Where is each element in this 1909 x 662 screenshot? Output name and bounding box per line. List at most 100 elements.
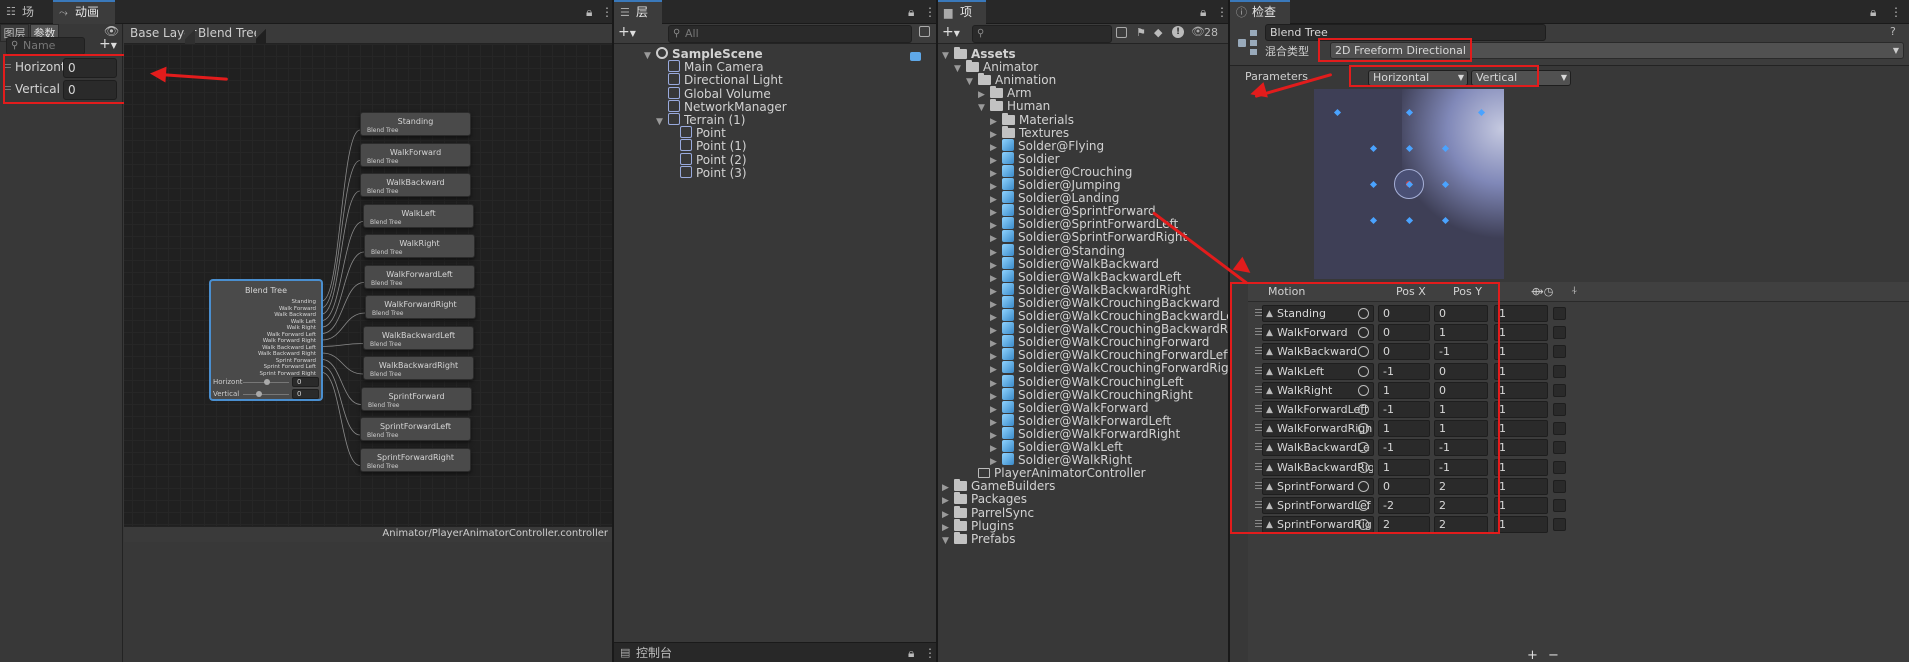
motion-node[interactable]: WalkForwardLeft Blend Tree [364, 264, 475, 289]
blend-sample-point[interactable] [1369, 144, 1377, 152]
motion-node[interactable]: WalkForwardRight Blend Tree [365, 295, 476, 319]
speed-field[interactable]: 1 [1494, 381, 1548, 399]
mirror-checkbox[interactable] [1553, 345, 1566, 359]
lock-icon[interactable]: 🔒︎ [1200, 0, 1206, 24]
gameobject-icon [680, 126, 692, 139]
speed-field[interactable]: 1 [1494, 458, 1548, 476]
lock-icon[interactable]: 🔒︎ [908, 0, 914, 24]
mirror-checkbox[interactable] [1553, 364, 1566, 378]
model-icon [1002, 138, 1014, 151]
blend-param-value[interactable]: 0 [292, 377, 319, 387]
tab-console[interactable]: ▤ 控制台 [614, 643, 680, 662]
lock-icon[interactable]: 🔒︎ [1870, 0, 1876, 24]
inspector-panel: ⓘ检查器 🔒︎ ⋮ Blend Tree ? 混合类型 2D Freeform … [1230, 0, 1909, 662]
expand-down-icon[interactable]: ▼ [644, 48, 656, 64]
more-menu-icon[interactable]: ⋮ [924, 643, 936, 662]
motion-node[interactable]: SprintForward Blend Tree [361, 386, 472, 411]
model-icon [1002, 453, 1014, 466]
motion-node[interactable]: WalkBackwardRight Blend Tree [363, 356, 474, 380]
tab-scene[interactable]: ☷场景 [0, 0, 52, 43]
project-search-input[interactable]: ⚲ [972, 25, 1112, 43]
motion-node[interactable]: Standing Blend Tree [360, 112, 471, 136]
blend-sample-point[interactable] [1333, 108, 1341, 116]
speed-field[interactable]: 1 [1494, 362, 1548, 380]
mirror-checkbox[interactable] [1553, 479, 1566, 493]
speed-field[interactable]: 1 [1494, 420, 1548, 438]
model-icon [1002, 387, 1014, 400]
mirror-checkbox[interactable] [1553, 326, 1566, 340]
expand-down-icon[interactable]: ▼ [954, 61, 966, 77]
tab-animator[interactable]: ⤳动画器 [53, 0, 115, 40]
blend-param-slider[interactable] [243, 394, 289, 395]
hidden-count-icon[interactable]: 👁︎ [1191, 25, 1205, 38]
animator-graph[interactable]: Base Layer Blend Tree Blend Tree Standin… [124, 24, 612, 662]
speed-field[interactable]: 1 [1494, 324, 1548, 342]
speed-field[interactable]: 1 [1494, 497, 1548, 514]
speed-field[interactable]: 1 [1494, 305, 1548, 322]
mirror-checkbox[interactable] [1553, 422, 1566, 436]
hierarchy-search-input[interactable]: ⚲ All [668, 25, 912, 43]
expand-down-icon[interactable]: ▼ [978, 100, 990, 116]
tree-item-label: Point (3) [696, 165, 747, 180]
speed-field[interactable]: 1 [1494, 401, 1548, 418]
speed-field[interactable]: 1 [1494, 516, 1548, 534]
tree-item[interactable]: Point (3) [668, 165, 747, 181]
mirror-checkbox[interactable] [1553, 403, 1566, 416]
motion-node[interactable]: WalkForward Blend Tree [360, 142, 471, 167]
tag-icon[interactable]: ◆ [1154, 26, 1162, 39]
expand-down-icon[interactable]: ▼ [966, 74, 978, 90]
speed-field[interactable]: 1 [1494, 477, 1548, 495]
motion-node[interactable]: SprintForwardRight Blend Tree [360, 447, 471, 472]
mirror-checkbox[interactable] [1553, 383, 1566, 397]
blend-tree-node[interactable]: Blend Tree Standing Walk Forward Walk Back… [210, 280, 322, 400]
motion-node[interactable]: SprintForwardLeft Blend Tree [360, 417, 471, 441]
parameters-label: Parameters [1245, 70, 1308, 83]
motion-node[interactable]: WalkRight Blend Tree [364, 234, 475, 258]
more-menu-icon[interactable]: ⋮ [601, 0, 612, 24]
blend-space-graph[interactable] [1314, 89, 1504, 279]
create-button[interactable]: +▼ [618, 24, 636, 40]
more-menu-icon[interactable]: ⋮ [924, 0, 936, 24]
lock-icon[interactable]: 🔒︎ [908, 643, 914, 662]
expand-down-icon[interactable]: ▼ [942, 533, 954, 549]
mirror-checkbox[interactable] [1553, 518, 1566, 532]
blend-input-label: Walk Forward [278, 305, 316, 312]
tab-hierarchy[interactable]: ☰层级 [614, 0, 662, 40]
tab-project[interactable]: ▆项目 [938, 0, 986, 40]
speed-field[interactable]: 1 [1494, 439, 1548, 457]
motion-node[interactable]: WalkBackwardLeft Blend Tree [363, 325, 474, 350]
motion-node-type: Blend Tree [372, 310, 404, 317]
connection-line [321, 343, 364, 347]
blend-sample-point[interactable] [1369, 180, 1377, 188]
speed-field[interactable]: 1 [1494, 343, 1548, 361]
folder-icon [954, 518, 967, 531]
search-by-type-icon[interactable] [1116, 27, 1127, 38]
mirror-checkbox[interactable] [1553, 307, 1566, 320]
add-motion-button[interactable]: + [1527, 648, 1538, 662]
tree-item[interactable]: ▼ Prefabs [942, 531, 1016, 547]
blend-param-value[interactable]: 0 [292, 389, 319, 399]
help-icon[interactable]: ? [1890, 25, 1896, 38]
more-menu-icon[interactable]: ⋮ [1890, 0, 1902, 24]
search-by-label-icon[interactable]: ⚑ [1136, 26, 1146, 39]
expand-down-icon[interactable]: ▼ [656, 114, 668, 130]
expand-down-icon[interactable]: ▼ [942, 48, 954, 64]
remove-motion-button[interactable]: − [1548, 648, 1559, 662]
add-param-button[interactable]: +▼ [99, 36, 117, 52]
tab-inspector[interactable]: ⓘ检查器 [1230, 0, 1290, 40]
motion-node[interactable]: WalkBackward Blend Tree [360, 173, 471, 197]
blend-sample-point[interactable] [1369, 216, 1377, 224]
motion-node[interactable]: WalkLeft Blend Tree [363, 203, 474, 228]
lock-icon[interactable]: 🔒︎ [586, 0, 592, 24]
param-search-input[interactable]: ⚲ Name [6, 37, 85, 55]
mirror-checkbox[interactable] [1553, 460, 1566, 474]
mirror-checkbox[interactable] [1553, 441, 1566, 455]
search-mode-icon[interactable] [919, 26, 930, 37]
blend-param-slider-knob[interactable] [256, 391, 262, 397]
info-icon[interactable]: ! [1172, 26, 1184, 38]
more-menu-icon[interactable]: ⋮ [1216, 0, 1228, 24]
controller-path: Animator/PlayerAnimatorController.contro… [382, 528, 608, 539]
create-button[interactable]: +▼ [942, 24, 960, 40]
mirror-checkbox[interactable] [1553, 499, 1566, 512]
blend-param-slider-knob[interactable] [264, 379, 270, 385]
